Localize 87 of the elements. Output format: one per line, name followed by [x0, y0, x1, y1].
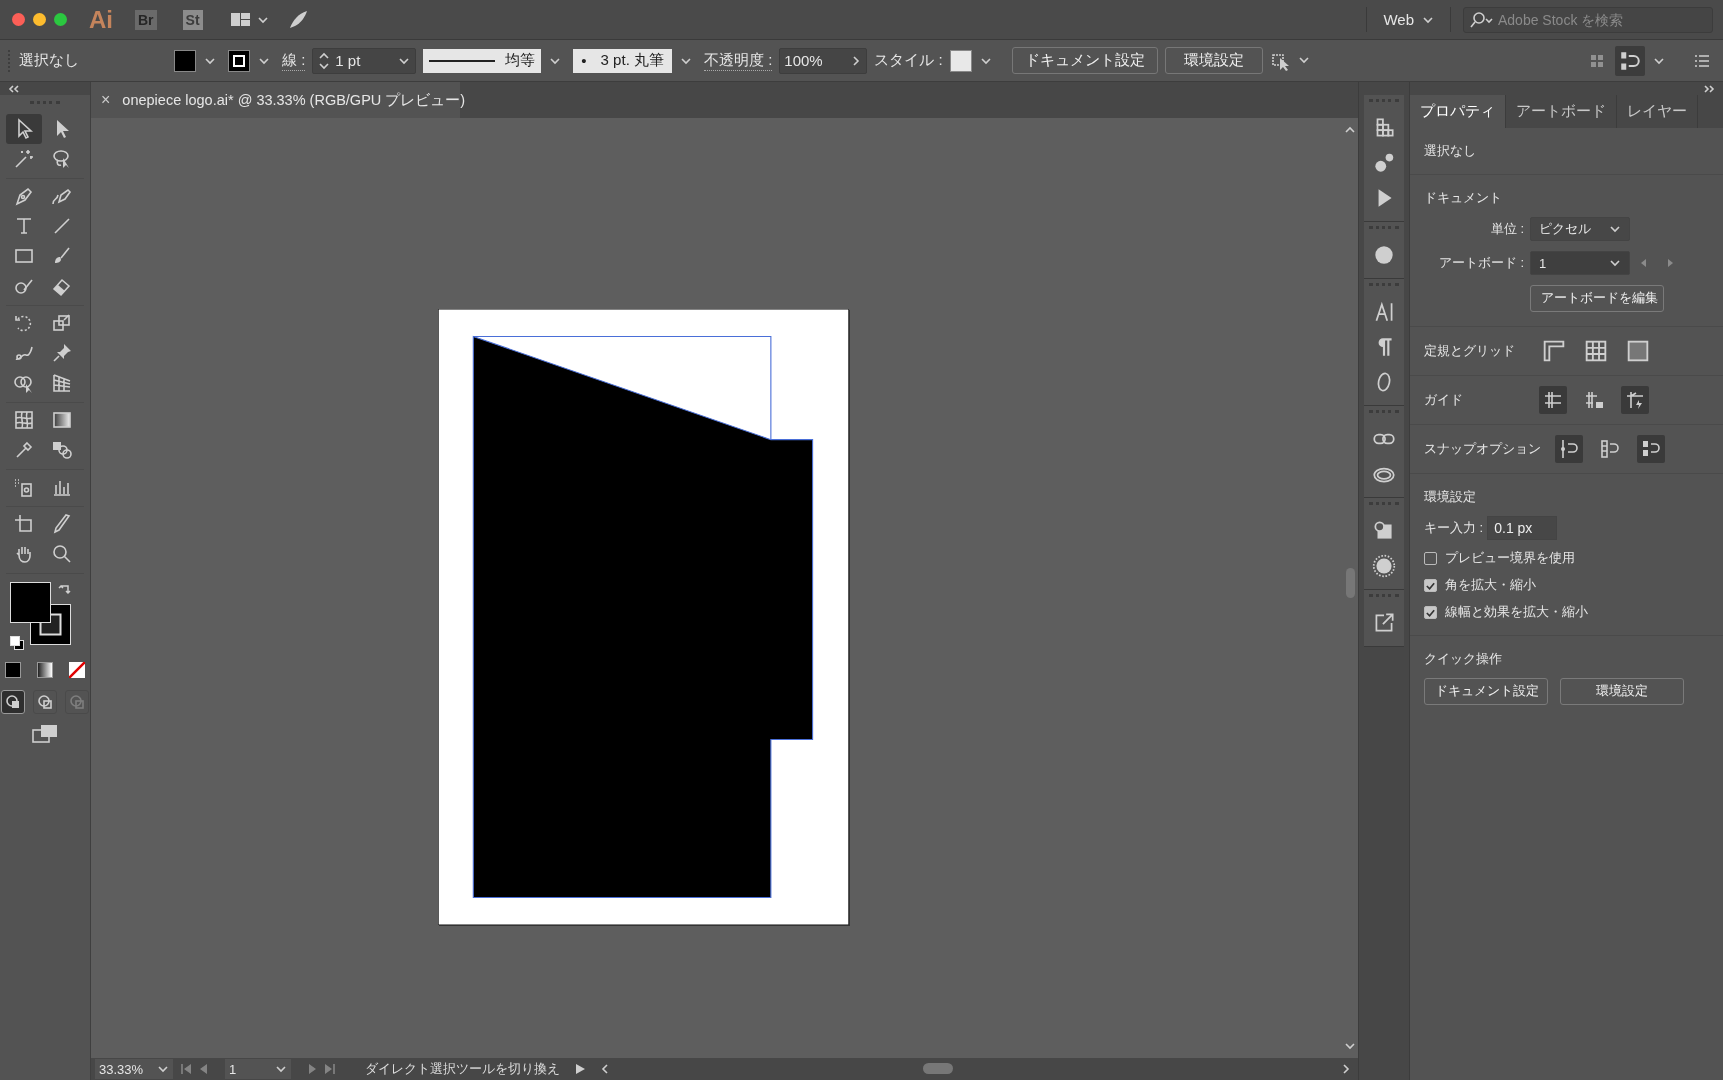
checkbox-label: プレビュー境界を使用 — [1445, 550, 1575, 567]
stroke-swatch[interactable] — [228, 49, 250, 72]
section-heading: ドキュメント — [1424, 189, 1503, 207]
selection-status: 選択なし — [1424, 142, 1477, 160]
opacity-field[interactable]: 100% — [779, 47, 868, 74]
checkbox[interactable] — [1424, 552, 1437, 565]
search-icon[interactable] — [1469, 10, 1493, 29]
snap-toggle[interactable] — [1555, 435, 1583, 463]
checkbox-label: 角を拡大・縮小 — [1445, 577, 1536, 594]
screen-mode-icon[interactable] — [30, 722, 60, 746]
stock-search-field[interactable]: Adobe Stock を検索 — [1463, 6, 1713, 33]
zoom-field[interactable]: 33.33% — [95, 1059, 173, 1079]
section-heading: ガイド — [1424, 391, 1464, 409]
brush-dropdown[interactable]: • 3 pt. 丸筆 — [573, 48, 672, 73]
scroll-thumb[interactable] — [1346, 568, 1355, 598]
close-tab-button[interactable]: × — [101, 91, 111, 109]
mesh-icon — [12, 408, 36, 432]
draw-mode-icon — [69, 694, 85, 710]
zoom-window-button[interactable] — [54, 13, 67, 26]
artboard-number-field[interactable]: 1 — [225, 1059, 291, 1079]
caret-icon[interactable] — [548, 55, 563, 66]
artboard-label: アートボード : — [1437, 254, 1524, 272]
stroke-profile-dropdown[interactable]: 均等 — [423, 48, 542, 73]
section-heading: 定規とグリッド — [1424, 342, 1516, 360]
section-heading: クイック操作 — [1424, 650, 1503, 668]
section-heading: 環境設定 — [1424, 488, 1477, 506]
collapse-icon[interactable] — [8, 84, 20, 93]
draw-mode-icon — [5, 694, 21, 710]
play-icon[interactable] — [573, 1062, 587, 1076]
gradient-button[interactable] — [37, 662, 53, 678]
scroll-right-icon[interactable] — [1342, 1063, 1350, 1075]
style-label: スタイル : — [874, 51, 943, 70]
checkbox[interactable] — [1424, 606, 1437, 619]
caret-icon[interactable] — [397, 55, 412, 66]
units-dropdown[interactable]: ピクセル — [1530, 217, 1630, 241]
selection-label: 選択なし — [19, 51, 80, 70]
vector-artwork[interactable] — [472, 335, 814, 899]
draw-mode-button[interactable] — [33, 690, 57, 714]
collapse-icon[interactable] — [1703, 84, 1715, 93]
caret-icon[interactable] — [257, 55, 271, 66]
dashed-circle-icon[interactable] — [1371, 553, 1397, 579]
close-window-button[interactable] — [12, 13, 25, 26]
quick-action-button[interactable]: 環境設定 — [1560, 678, 1684, 705]
guides-toggle[interactable] — [1539, 386, 1567, 414]
artboard-dropdown[interactable]: 1 — [1530, 251, 1630, 275]
tool-button[interactable] — [6, 114, 42, 144]
keyboard-increment-field[interactable]: 0.1 px — [1487, 516, 1558, 540]
checkbox-label: 線幅と効果を拡大・縮小 — [1445, 604, 1588, 621]
fill-swatch[interactable] — [174, 49, 196, 72]
workspace-switcher[interactable]: Web — [1366, 7, 1451, 32]
opacity-label[interactable]: 不透明度 : — [703, 50, 773, 71]
minimize-window-button[interactable] — [33, 13, 46, 26]
keyboard-increment-label: キー入力 : — [1424, 519, 1484, 537]
color-button[interactable] — [5, 662, 21, 678]
draw-mode-icon — [37, 694, 53, 710]
caret-icon[interactable] — [1609, 258, 1621, 268]
caret-icon[interactable] — [978, 55, 993, 66]
section-heading: スナップオプション — [1424, 440, 1542, 458]
none-button[interactable] — [69, 662, 85, 678]
checkbox[interactable] — [1424, 579, 1437, 592]
caret-icon[interactable] — [203, 55, 217, 66]
caret-icon[interactable] — [678, 55, 693, 66]
stroke-weight-field[interactable]: 1 pt — [312, 47, 417, 74]
style-swatch[interactable] — [949, 49, 972, 72]
draw-mode-button[interactable] — [1, 690, 25, 714]
edit-artboards-button[interactable]: アートボードを編集 — [1530, 285, 1664, 312]
scroll-thumb[interactable] — [923, 1063, 953, 1074]
app-logo: Ai — [89, 5, 113, 34]
caret-icon[interactable] — [157, 1064, 169, 1074]
scroll-up-icon[interactable] — [1345, 126, 1355, 134]
caret-icon[interactable] — [1652, 55, 1666, 66]
snap-icon[interactable] — [1615, 45, 1645, 76]
status-text: ダイレクト選択ツールを切り換え — [363, 1060, 561, 1078]
quick-action-button[interactable]: ドキュメント設定 — [1424, 678, 1548, 705]
caret-icon — [1422, 14, 1434, 25]
units-label: 単位 : — [1489, 220, 1524, 238]
scroll-left-icon[interactable] — [601, 1063, 609, 1075]
snap-pixel-icon — [1598, 437, 1622, 461]
scroll-down-icon[interactable] — [1345, 1042, 1355, 1050]
preferences-button[interactable]: 環境設定 — [1164, 47, 1263, 74]
stroke-label[interactable]: 線 : — [282, 50, 306, 71]
document-setup-button[interactable]: ドキュメント設定 — [1011, 47, 1158, 74]
caret-icon[interactable] — [1609, 224, 1621, 234]
caret-icon[interactable] — [275, 1064, 287, 1074]
snap-toggle[interactable] — [1637, 435, 1665, 463]
guides-toggle[interactable] — [1621, 386, 1649, 414]
panel-tab[interactable]: プロパティ — [1410, 95, 1506, 128]
